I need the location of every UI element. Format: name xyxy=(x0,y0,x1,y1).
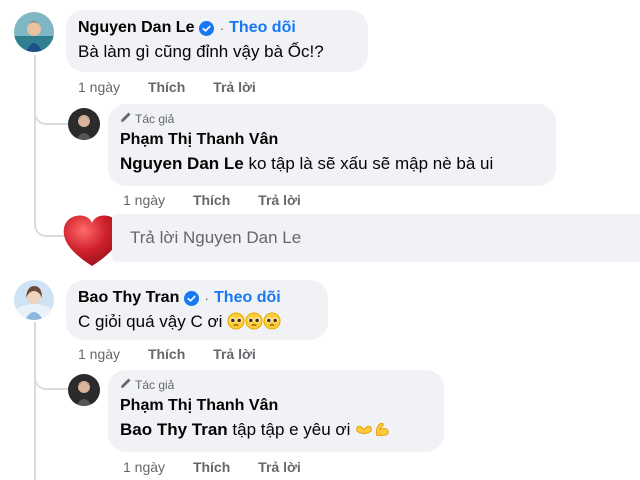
flexed-biceps-icon xyxy=(373,420,391,445)
pencil-icon xyxy=(120,111,132,127)
avatar[interactable] xyxy=(14,280,54,320)
mention-link[interactable]: Nguyen Dan Le xyxy=(120,154,244,173)
reply-text: ko tập là sẽ xấu sẽ mập nè bà ui xyxy=(243,154,494,173)
avatar[interactable] xyxy=(14,12,54,52)
pencil-icon xyxy=(120,377,132,393)
pleading-face-icon xyxy=(263,312,281,337)
thread-line xyxy=(34,55,36,220)
heart-hands-icon xyxy=(355,420,373,445)
follow-button[interactable]: Theo dõi xyxy=(229,18,296,38)
comment-bubble: Bao Thy Tran · Theo dõi C giỏi quá vậy C… xyxy=(66,280,328,340)
mention-link[interactable]: Bao Thy Tran xyxy=(120,420,228,439)
comment-actions: 1 ngày Thích Trả lời xyxy=(78,345,256,363)
author-tag-label: Tác giả xyxy=(135,378,175,392)
comment-author[interactable]: Nguyen Dan Le xyxy=(78,18,194,38)
like-button[interactable]: Thích xyxy=(193,191,230,209)
comment-actions: 1 ngày Thích Trả lời xyxy=(78,78,256,96)
reply-button[interactable]: Trả lời xyxy=(213,78,256,96)
thread-line xyxy=(34,322,36,480)
reply-text: tập tập e yêu ơi xyxy=(227,420,351,439)
reply-author[interactable]: Phạm Thị Thanh Vân xyxy=(120,130,278,150)
like-button[interactable]: Thích xyxy=(148,78,185,96)
timestamp[interactable]: 1 ngày xyxy=(78,78,120,96)
author-tag-label: Tác giả xyxy=(135,112,175,126)
avatar[interactable] xyxy=(68,108,100,140)
like-button[interactable]: Thích xyxy=(193,458,230,476)
timestamp[interactable]: 1 ngày xyxy=(123,458,165,476)
reply-author[interactable]: Phạm Thị Thanh Vân xyxy=(120,396,278,416)
thread-connector xyxy=(34,370,68,390)
follow-button[interactable]: Theo dõi xyxy=(214,288,281,308)
author-tag: Tác giả xyxy=(120,377,432,393)
reply-actions: 1 ngày Thích Trả lời xyxy=(123,458,301,476)
reply-actions: 1 ngày Thích Trả lời xyxy=(123,191,301,209)
reply-bubble: Tác giả Phạm Thị Thanh Vân Bao Thy Tran … xyxy=(108,370,444,452)
reply-button[interactable]: Trả lời xyxy=(258,458,301,476)
reply-button[interactable]: Trả lời xyxy=(258,191,301,209)
comment-text: C giỏi quá vậy C ơi xyxy=(78,312,223,331)
reply-button[interactable]: Trả lời xyxy=(213,345,256,363)
timestamp[interactable]: 1 ngày xyxy=(78,345,120,363)
separator-dot: · xyxy=(219,20,225,36)
separator-dot: · xyxy=(204,290,210,306)
like-button[interactable]: Thích xyxy=(148,345,185,363)
avatar[interactable] xyxy=(68,374,100,406)
comment-author[interactable]: Bao Thy Tran xyxy=(78,288,179,308)
reply-input-placeholder: Trả lời Nguyen Dan Le xyxy=(130,228,302,247)
comment-text: Bà làm gì cũng đỉnh vậy bà Ốc!? xyxy=(78,42,324,61)
reply-bubble: Tác giả Phạm Thị Thanh Vân Nguyen Dan Le… xyxy=(108,104,556,186)
verified-badge-icon xyxy=(184,290,200,306)
reply-input[interactable]: Trả lời Nguyen Dan Le xyxy=(112,214,640,262)
comment-bubble: Nguyen Dan Le · Theo dõi Bà làm gì cũng … xyxy=(66,10,368,72)
timestamp[interactable]: 1 ngày xyxy=(123,191,165,209)
author-tag: Tác giả xyxy=(120,111,544,127)
verified-badge-icon xyxy=(199,20,215,36)
thread-connector xyxy=(34,105,68,125)
pleading-face-icon xyxy=(245,312,263,337)
pleading-face-icon xyxy=(227,312,245,337)
